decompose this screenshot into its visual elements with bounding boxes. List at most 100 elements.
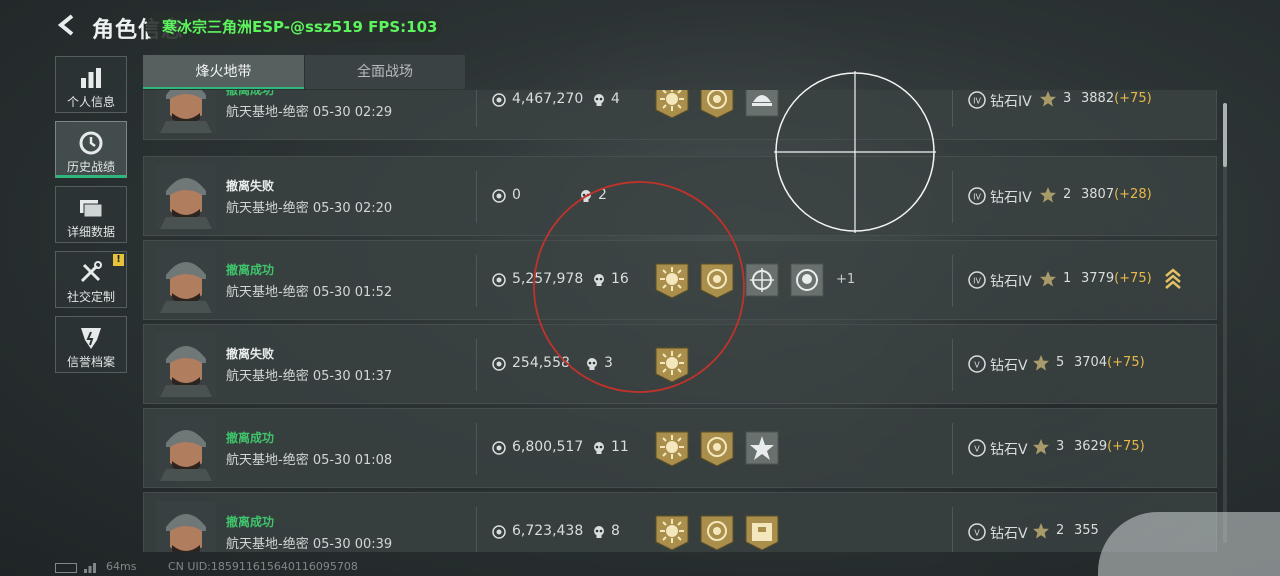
medal-crest-icon[interactable] <box>699 430 735 468</box>
score-value: 355 <box>1074 523 1099 538</box>
score-value: 3807 <box>1081 187 1115 202</box>
mode-tabs: 烽火地带 全面战场 <box>143 55 465 89</box>
match-row[interactable]: 撤离成功 航天基地-绝密 05-30 00:39 6,723,438 8 V 钻石V 2 35… <box>143 492 1217 552</box>
score-value: 3704 <box>1074 355 1108 370</box>
sidebar-item-label: 历史战绩 <box>66 160 115 174</box>
extra-medals-count[interactable]: +1 <box>836 272 855 287</box>
coin-icon <box>492 273 506 287</box>
skull-icon <box>594 94 604 106</box>
money-value: 4,467,270 <box>512 91 584 107</box>
status-text: 撤离失败 <box>226 179 275 193</box>
coin-icon <box>492 441 506 455</box>
medal-sun-icon[interactable] <box>654 514 690 552</box>
map-time-text: 航天基地-绝密 05-30 00:39 <box>226 537 393 552</box>
sidebar-item-profile[interactable]: 个人信息 <box>55 56 127 113</box>
divider <box>476 339 477 391</box>
status-text: 撤离失败 <box>226 347 275 361</box>
rank-score: 3882(+75) <box>1081 91 1152 106</box>
cards-icon <box>80 200 103 218</box>
score-value: 3779 <box>1081 271 1115 286</box>
divider <box>952 90 953 127</box>
sidebar-item-label: 社交定制 <box>66 290 115 304</box>
skull-icon <box>594 442 604 454</box>
status-text: 撤离成功 <box>226 515 275 529</box>
coin-icon <box>492 93 506 107</box>
emblem-icon <box>81 328 101 349</box>
money-value: 6,800,517 <box>512 439 584 455</box>
match-row[interactable]: 撤离成功 航天基地-绝密 05-30 01:08 6,800,517 11 V 钻石V 3 3… <box>143 408 1217 488</box>
star-count: 3 <box>1063 91 1072 106</box>
medal-crest-icon[interactable] <box>699 514 735 552</box>
rank-score: 355 <box>1074 523 1099 538</box>
status-text: 撤离成功 <box>226 263 275 277</box>
scrollbar-thumb[interactable] <box>1223 103 1227 167</box>
coin-icon <box>492 525 506 539</box>
divider <box>952 507 953 552</box>
sidebar-item-details[interactable]: 详细数据 <box>55 186 127 243</box>
rank-score: 3629(+75) <box>1074 439 1145 454</box>
avatar <box>156 417 216 481</box>
map-time-text: 航天基地-绝密 05-30 02:20 <box>226 201 393 216</box>
match-row[interactable]: 撤离成功 航天基地-绝密 05-30 02:29 4,467,270 4 IV 钻石IV 3… <box>143 90 1217 140</box>
divider <box>476 171 477 223</box>
scrollbar-track[interactable] <box>1223 103 1227 543</box>
uid-text: CN UID:1859116156401160957​08 <box>168 560 358 573</box>
medal-skull-target-icon[interactable] <box>789 262 825 300</box>
svg-text:V: V <box>974 529 980 538</box>
rank-tier-icon: IV <box>968 91 986 109</box>
map-time-text: 航天基地-绝密 05-30 02:29 <box>226 105 393 120</box>
score-delta: (+75) <box>1114 91 1152 106</box>
svg-text:IV: IV <box>973 193 981 202</box>
ping-text: 64ms <box>106 560 137 573</box>
red-circle-overlay <box>533 181 745 393</box>
rank-text: 钻石V <box>990 526 1028 542</box>
medal-star-icon[interactable] <box>744 430 780 468</box>
star-icon <box>1040 187 1056 203</box>
rank-tier-icon: V <box>968 523 986 541</box>
star-count: 5 <box>1056 355 1065 370</box>
alert-badge: ! <box>113 254 124 266</box>
kills-value: 4 <box>611 91 620 107</box>
sidebar-item-credit[interactable]: 信誉档案 <box>55 316 127 373</box>
sidebar-item-label: 信誉档案 <box>66 355 115 369</box>
medal-sun-icon[interactable] <box>654 430 690 468</box>
tools-icon <box>80 261 102 283</box>
rank-text: 钻石V <box>990 358 1028 374</box>
rank-text: 钻石IV <box>990 274 1032 290</box>
bar-chart-icon <box>81 68 101 88</box>
coin-icon <box>492 357 506 371</box>
signal-icon <box>84 563 96 573</box>
divider <box>476 90 477 127</box>
divider <box>952 171 953 223</box>
svg-text:V: V <box>974 361 980 370</box>
divider <box>952 339 953 391</box>
tab-full-battle[interactable]: 全面战场 <box>305 55 465 89</box>
tab-fire-zone[interactable]: 烽火地带 <box>143 55 304 89</box>
star-count: 2 <box>1056 523 1065 538</box>
kills-value: 11 <box>611 439 629 455</box>
rank-tier-icon: IV <box>968 271 986 289</box>
divider <box>476 507 477 552</box>
avatar <box>156 90 216 133</box>
medal-crest-icon[interactable] <box>699 90 735 120</box>
rank-tier-icon: V <box>968 439 986 457</box>
star-count: 3 <box>1056 439 1065 454</box>
svg-text:IV: IV <box>973 277 981 286</box>
money-value: 6,723,438 <box>512 523 584 539</box>
back-arrow-icon[interactable] <box>52 10 82 40</box>
crosshair-overlay <box>774 71 936 233</box>
score-value: 3882 <box>1081 91 1115 106</box>
sidebar-item-social[interactable]: ! 社交定制 <box>55 251 127 308</box>
sidebar-item-history[interactable]: 历史战绩 <box>55 121 127 178</box>
money-value: 0 <box>512 187 521 203</box>
rank-tier-icon: V <box>968 355 986 373</box>
star-icon <box>1040 91 1056 107</box>
map-time-text: 航天基地-绝密 05-30 01:37 <box>226 369 393 384</box>
rank-text: 钻石IV <box>990 190 1032 206</box>
svg-text:V: V <box>974 445 980 454</box>
star-icon <box>1033 439 1049 455</box>
sidebar-item-label: 个人信息 <box>66 95 115 109</box>
medal-target-icon[interactable] <box>744 262 780 300</box>
medal-box-icon[interactable] <box>744 514 780 552</box>
medal-sun-icon[interactable] <box>654 90 690 120</box>
